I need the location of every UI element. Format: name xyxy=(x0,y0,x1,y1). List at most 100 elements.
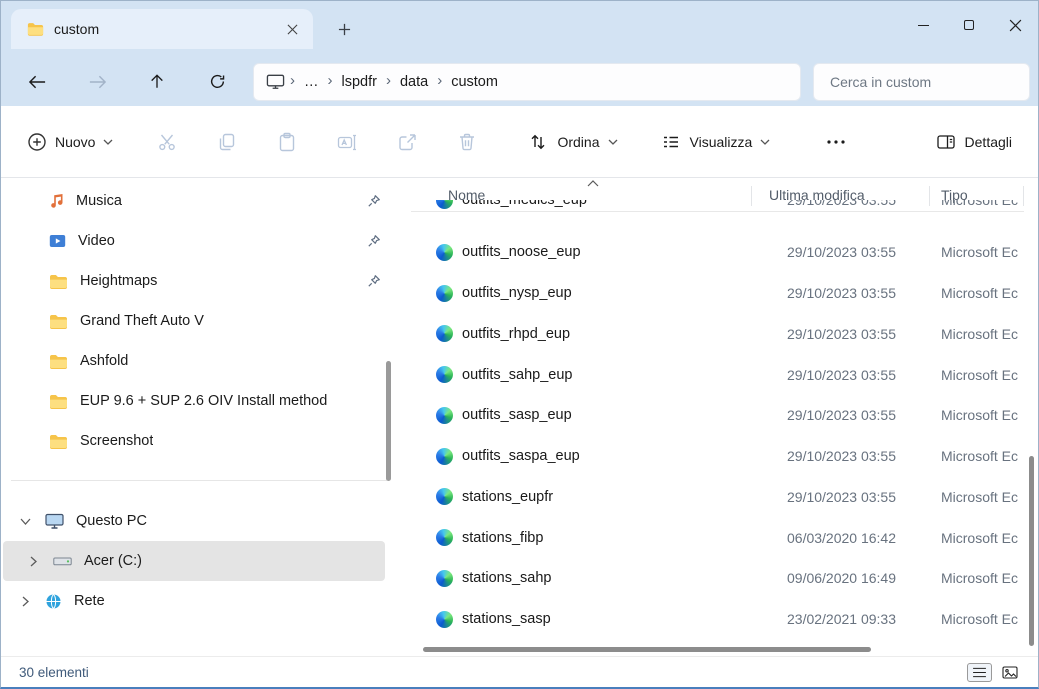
vertical-scrollbar[interactable] xyxy=(1029,456,1034,646)
file-type: Microsoft Ec xyxy=(929,530,1024,546)
share-icon xyxy=(396,131,418,153)
refresh-button[interactable] xyxy=(197,64,237,100)
command-toolbar: Nuovo Ordina xyxy=(1,106,1038,178)
view-button-label: Visualizza xyxy=(690,134,753,150)
view-list-icon xyxy=(660,131,682,153)
details-button[interactable]: Dettagli xyxy=(923,122,1024,162)
horizontal-scrollbar[interactable] xyxy=(423,647,871,652)
file-row[interactable]: outfits_nysp_eup 29/10/2023 03:55 Micros… xyxy=(411,273,1024,314)
new-button[interactable]: Nuovo xyxy=(15,122,125,162)
folder-icon xyxy=(49,394,68,409)
chevron-right-icon[interactable] xyxy=(19,596,31,607)
sidebar-separator xyxy=(11,480,387,481)
sidebar-item[interactable]: EUP 9.6 + SUP 2.6 OIV Install method xyxy=(3,381,385,421)
sidebar-item-label: Acer (C:) xyxy=(84,553,142,569)
edge-file-icon xyxy=(436,448,453,465)
content-area: Musica Video xyxy=(1,178,1038,656)
titlebar: custom xyxy=(1,1,1038,49)
back-button[interactable] xyxy=(17,64,57,100)
sidebar-item[interactable]: Acer (C:) xyxy=(3,541,385,581)
chevron-down-icon xyxy=(608,139,618,145)
maximize-button[interactable] xyxy=(946,1,992,49)
sort-ascending-icon xyxy=(587,180,599,187)
minimize-button[interactable] xyxy=(900,1,946,49)
file-row[interactable]: outfits_noose_eup 29/10/2023 03:55 Micro… xyxy=(411,232,1024,273)
sidebar-item[interactable]: Grand Theft Auto V xyxy=(3,301,385,341)
file-type: Microsoft Ec xyxy=(929,407,1024,423)
more-options-button[interactable] xyxy=(816,122,856,162)
file-type: Microsoft Ec xyxy=(929,244,1024,260)
sidebar-item[interactable]: Musica xyxy=(3,181,385,221)
new-button-label: Nuovo xyxy=(55,134,95,150)
minimize-icon xyxy=(918,25,929,26)
sidebar-item[interactable]: Video xyxy=(3,221,385,261)
pin-icon xyxy=(367,234,381,248)
image-view-icon xyxy=(1002,666,1018,679)
file-row[interactable]: outfits_rhpd_eup 29/10/2023 03:55 Micros… xyxy=(411,314,1024,355)
search-input[interactable] xyxy=(814,74,1029,90)
chevron-right-icon[interactable] xyxy=(27,556,39,567)
delete-button xyxy=(447,122,487,162)
breadcrumb-item-custom[interactable]: custom xyxy=(443,74,506,90)
file-row[interactable]: stations_eupfr 29/10/2023 03:55 Microsof… xyxy=(411,477,1024,518)
file-name: outfits_rhpd_eup xyxy=(462,326,570,342)
close-button[interactable] xyxy=(992,1,1038,49)
file-row[interactable]: outfits_sasp_eup 29/10/2023 03:55 Micros… xyxy=(411,395,1024,436)
file-row[interactable]: stations_fibp 06/03/2020 16:42 Microsoft… xyxy=(411,517,1024,558)
file-name: outfits_nysp_eup xyxy=(462,285,572,301)
breadcrumb-item-lspdfr[interactable]: lspdfr xyxy=(334,74,385,90)
file-type: Microsoft Ec xyxy=(929,367,1024,383)
file-row[interactable]: outfits_saspa_eup 29/10/2023 03:55 Micro… xyxy=(411,436,1024,477)
statusbar: 30 elementi xyxy=(1,656,1038,687)
sidebar-item[interactable]: Rete xyxy=(3,581,385,621)
sidebar-item[interactable]: Heightmaps xyxy=(3,261,385,301)
file-type: Microsoft Ec xyxy=(929,448,1024,464)
file-row[interactable]: stations_sasp 23/02/2021 09:33 Microsoft… xyxy=(411,599,1024,640)
breadcrumb-overflow[interactable]: … xyxy=(296,74,327,90)
tab-custom[interactable]: custom xyxy=(11,9,313,49)
scissors-icon xyxy=(156,131,178,153)
rename-button xyxy=(327,122,367,162)
sidebar-item[interactable]: Ashfold xyxy=(3,341,385,381)
close-icon xyxy=(1009,19,1022,32)
breadcrumb-item-data[interactable]: data xyxy=(392,74,436,90)
chevron-down-icon[interactable] xyxy=(19,518,31,525)
paste-button xyxy=(267,122,307,162)
details-view-toggle[interactable] xyxy=(967,663,992,682)
cut-button xyxy=(147,122,187,162)
sidebar-item-label: Rete xyxy=(74,593,105,609)
file-type: Microsoft Ec xyxy=(929,285,1024,301)
sort-button-label: Ordina xyxy=(557,134,599,150)
chevron-down-icon xyxy=(103,139,113,145)
up-button[interactable] xyxy=(137,64,177,100)
edge-file-icon xyxy=(436,407,453,424)
copy-icon xyxy=(216,131,238,153)
thumbnail-view-toggle[interactable] xyxy=(998,663,1022,682)
sidebar-item[interactable]: Screenshot xyxy=(3,421,385,461)
sidebar-item[interactable]: Questo PC xyxy=(3,501,385,541)
sidebar-item-label: Questo PC xyxy=(76,513,147,529)
view-button[interactable]: Visualizza xyxy=(648,122,783,162)
edge-file-icon xyxy=(436,285,453,302)
folder-icon xyxy=(49,274,68,289)
copy-button xyxy=(207,122,247,162)
tab-close-icon[interactable] xyxy=(279,16,305,42)
sort-button[interactable]: Ordina xyxy=(515,122,629,162)
file-type: Microsoft Ec xyxy=(929,489,1024,505)
sidebar-item-label: Heightmaps xyxy=(80,273,157,289)
maximize-icon xyxy=(964,20,974,30)
file-modified: 29/10/2023 03:55 xyxy=(751,489,929,505)
new-tab-button[interactable] xyxy=(331,16,357,42)
edge-file-icon xyxy=(436,325,453,342)
sidebar-item-label: Video xyxy=(78,233,115,249)
sidebar-scrollbar[interactable] xyxy=(386,361,391,481)
file-type: Microsoft Ec xyxy=(929,570,1024,586)
forward-arrow-icon xyxy=(88,74,107,90)
file-row[interactable]: outfits_sahp_eup 29/10/2023 03:55 Micros… xyxy=(411,354,1024,395)
file-row[interactable]: stations_sahp 09/06/2020 16:49 Microsoft… xyxy=(411,558,1024,599)
desktop-icon[interactable] xyxy=(264,73,289,90)
file-row-partial[interactable]: outfits_medics_eup 29/10/2023 03:55 Micr… xyxy=(411,200,1024,212)
file-name: outfits_saspa_eup xyxy=(462,448,580,464)
file-name: stations_sahp xyxy=(462,570,551,586)
breadcrumb-separator: › xyxy=(436,72,443,91)
